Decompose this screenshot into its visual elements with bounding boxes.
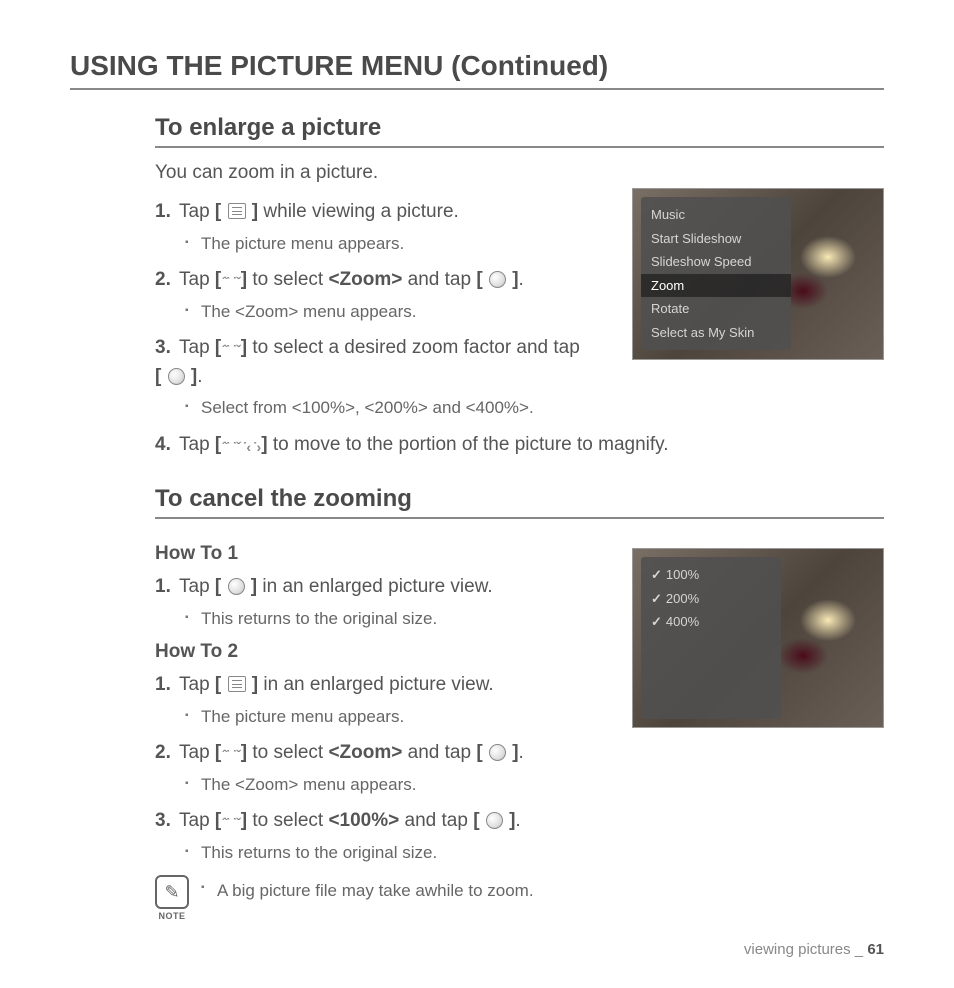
section1-step4-row: 4.Tap [ˆ˙ ˙ˇ ˙‹ ˙›] to move to the porti… bbox=[155, 431, 884, 460]
step-text: . bbox=[519, 742, 524, 763]
footer-text: viewing pictures _ bbox=[744, 941, 867, 958]
step-3: 3.Tap [ˆ˙ ˙ˇ] to select a desired zoom f… bbox=[155, 334, 615, 421]
step-num: 1. bbox=[155, 671, 179, 700]
step-text: Tap bbox=[179, 810, 215, 831]
step-text: to select bbox=[247, 810, 328, 831]
step-num: 2. bbox=[155, 266, 179, 295]
howto2-step2: 2.Tap [ˆ˙ ˙ˇ] to select <Zoom> and tap [… bbox=[155, 739, 615, 797]
step-strong: <100%> bbox=[328, 810, 399, 831]
note-row: ✎ NOTE A big picture file may take awhil… bbox=[155, 875, 884, 921]
step-text: Tap bbox=[179, 576, 215, 597]
up-down-icon: ˆ˙ ˙ˇ bbox=[222, 272, 240, 293]
select-icon bbox=[228, 578, 245, 595]
step-text: in an enlarged picture view. bbox=[258, 674, 494, 695]
step-sub: The <Zoom> menu appears. bbox=[185, 299, 615, 325]
step-4: 4.Tap [ˆ˙ ˙ˇ ˙‹ ˙›] to move to the porti… bbox=[155, 431, 884, 460]
howto-1-label: How To 1 bbox=[155, 543, 884, 565]
step-strong: <Zoom> bbox=[328, 269, 402, 290]
step-num: 3. bbox=[155, 807, 179, 836]
step-num: 1. bbox=[155, 573, 179, 602]
page-footer: viewing pictures _ 61 bbox=[70, 941, 884, 958]
direction-pad-icon: ˆ˙ ˙ˇ ˙‹ ˙› bbox=[222, 437, 260, 458]
step-text: . bbox=[197, 366, 202, 387]
step-text: to move to the portion of the picture to… bbox=[268, 434, 669, 455]
note-text: A big picture file may take awhile to zo… bbox=[201, 875, 534, 901]
up-down-icon: ˆ˙ ˙ˇ bbox=[222, 745, 240, 766]
select-icon bbox=[489, 744, 506, 761]
step-text: and tap bbox=[402, 269, 476, 290]
step-text: to select bbox=[247, 742, 328, 763]
menu-icon bbox=[228, 676, 246, 692]
step-sub: This returns to the original size. bbox=[185, 840, 615, 866]
step-text: Tap bbox=[179, 742, 215, 763]
step-text: Tap bbox=[179, 434, 215, 455]
step-num: 3. bbox=[155, 334, 179, 363]
up-down-icon: ˆ˙ ˙ˇ bbox=[222, 340, 240, 361]
howto-2-label: How To 2 bbox=[155, 641, 884, 663]
note-icon: ✎ bbox=[155, 875, 189, 909]
step-text: while viewing a picture. bbox=[258, 201, 459, 222]
step-sub: The picture menu appears. bbox=[185, 231, 615, 257]
note-label: NOTE bbox=[158, 911, 185, 921]
step-2: 2.Tap [ˆ˙ ˙ˇ] to select <Zoom> and tap [… bbox=[155, 266, 615, 324]
select-icon bbox=[168, 368, 185, 385]
howto1-step1: 1.Tap [ ] in an enlarged picture view. T… bbox=[155, 573, 615, 631]
step-sub: The picture menu appears. bbox=[185, 704, 615, 730]
step-text: and tap bbox=[399, 810, 473, 831]
select-icon bbox=[489, 271, 506, 288]
section1-intro: You can zoom in a picture. bbox=[155, 162, 884, 184]
step-text: Tap bbox=[179, 674, 215, 695]
step-text: Tap bbox=[179, 337, 215, 358]
step-1: 1.Tap [ ] while viewing a picture. The p… bbox=[155, 198, 615, 256]
step-text: Tap bbox=[179, 201, 215, 222]
section-title-enlarge: To enlarge a picture bbox=[155, 114, 884, 148]
step-text: Tap bbox=[179, 269, 215, 290]
step-text: to select a desired zoom factor and tap bbox=[247, 337, 580, 358]
section-title-cancel: To cancel the zooming bbox=[155, 485, 884, 519]
step-text: . bbox=[519, 269, 524, 290]
howto2-step3: 3.Tap [ˆ˙ ˙ˇ] to select <100%> and tap [… bbox=[155, 807, 615, 865]
howto1-steps: 1.Tap [ ] in an enlarged picture view. T… bbox=[155, 573, 615, 631]
step-num: 4. bbox=[155, 431, 179, 460]
select-icon bbox=[486, 812, 503, 829]
step-text: in an enlarged picture view. bbox=[257, 576, 493, 597]
manual-page: USING THE PICTURE MENU (Continued) Music… bbox=[0, 0, 954, 988]
step-text: . bbox=[515, 810, 520, 831]
step-sub: This returns to the original size. bbox=[185, 606, 615, 632]
howto2-steps: 1.Tap [ ] in an enlarged picture view. T… bbox=[155, 671, 615, 865]
step-num: 1. bbox=[155, 198, 179, 227]
step-sub: Select from <100%>, <200%> and <400%>. bbox=[185, 395, 615, 421]
up-down-icon: ˆ˙ ˙ˇ bbox=[222, 813, 240, 834]
step-text: to select bbox=[247, 269, 328, 290]
note-badge: ✎ NOTE bbox=[155, 875, 189, 921]
section1-steps: 1.Tap [ ] while viewing a picture. The p… bbox=[155, 198, 615, 421]
howto2-step1: 1.Tap [ ] in an enlarged picture view. T… bbox=[155, 671, 615, 729]
step-strong: <Zoom> bbox=[328, 742, 402, 763]
step-text: and tap bbox=[402, 742, 476, 763]
step-num: 2. bbox=[155, 739, 179, 768]
menu-icon bbox=[228, 203, 246, 219]
step-sub: The <Zoom> menu appears. bbox=[185, 772, 615, 798]
page-number: 61 bbox=[867, 941, 884, 958]
page-title: USING THE PICTURE MENU (Continued) bbox=[70, 50, 884, 90]
